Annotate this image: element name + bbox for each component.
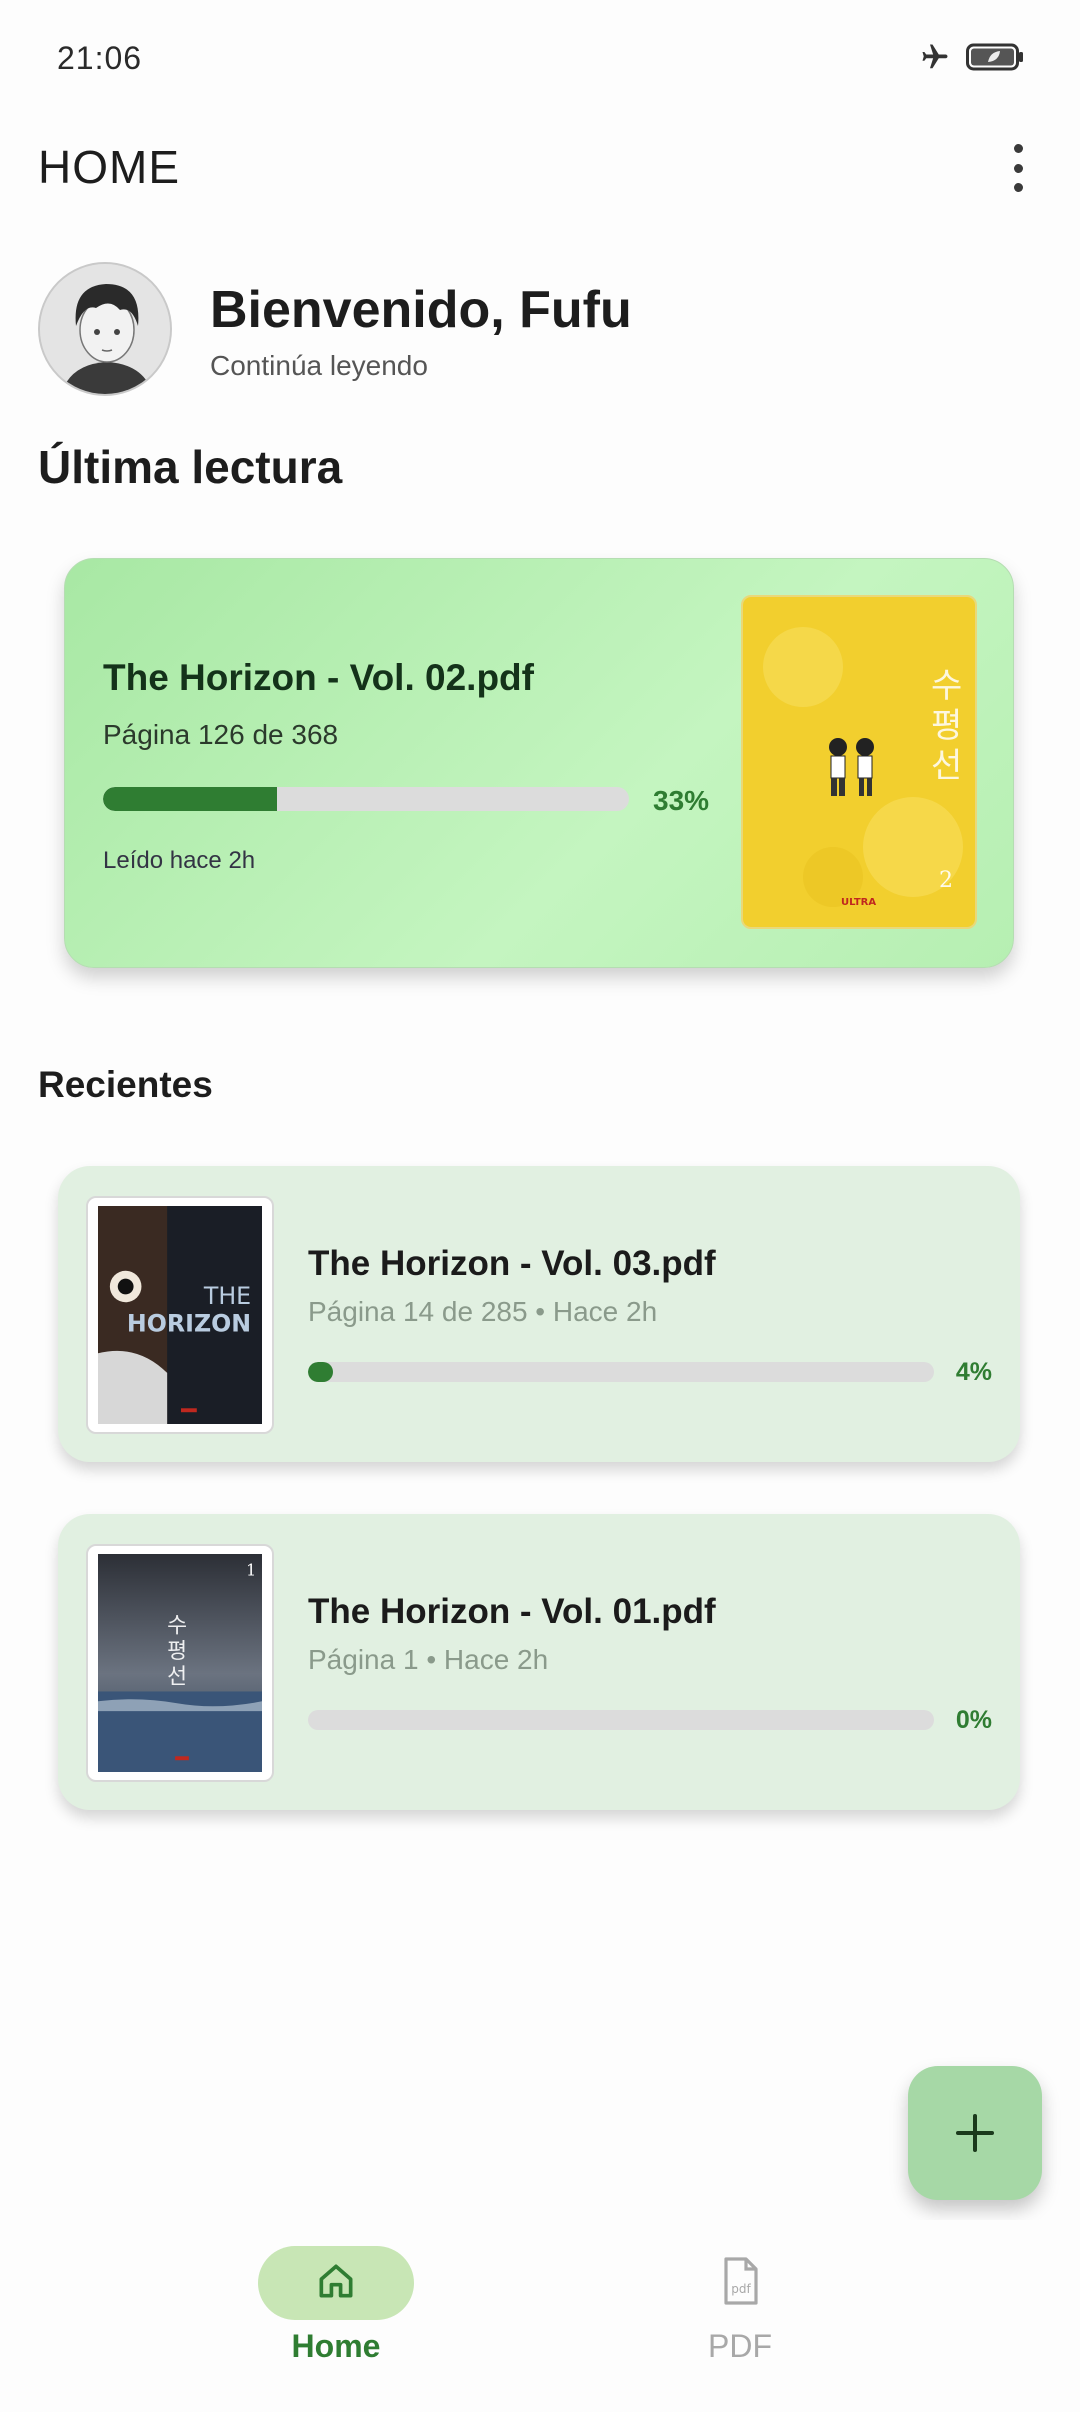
nav-home-indicator (258, 2246, 414, 2320)
recent-item[interactable]: THE HORIZON The Horizon - Vol. 03.pdf Pá… (58, 1166, 1020, 1462)
avatar[interactable] (38, 262, 172, 396)
vol2-publisher: ULTRA (841, 897, 876, 908)
svg-text:수: 수 (931, 666, 962, 706)
pdf-file-icon: pdf (720, 2256, 760, 2310)
status-icons (918, 42, 1024, 77)
profile-header: Bienvenido, Fufu Continúa leyendo (38, 262, 1038, 398)
welcome-subtitle: Continúa leyendo (210, 350, 428, 381)
home-icon (314, 2259, 358, 2308)
last-read-heading: Última lectura (38, 441, 343, 493)
status-bar: 21:06 (0, 0, 1080, 120)
last-read-progress-label: 33% (653, 785, 710, 816)
bottom-navigation: Home pdf PDF (0, 2220, 1080, 2412)
vol1-number: 1 (246, 1561, 256, 1580)
book-cover-vol3: THE HORIZON (86, 1196, 274, 1434)
more-vert-icon (1013, 144, 1023, 153)
vol3-title-line2: HORIZON (127, 1310, 251, 1338)
book-cover-vol2: 수 평 선 2 ULTRA (741, 595, 977, 929)
recent-progress-label: 0% (955, 1706, 992, 1734)
plus-icon (956, 2114, 994, 2152)
last-read-progress-bar (103, 787, 629, 811)
recents-heading: Recientes (38, 1064, 213, 1105)
recent-file-name: The Horizon - Vol. 03.pdf (308, 1244, 716, 1283)
recent-progress-fill (308, 1362, 334, 1382)
last-read-progress-fill (103, 787, 277, 811)
last-read-file-name: The Horizon - Vol. 02.pdf (103, 657, 534, 698)
recent-item[interactable]: 수 평 선 1 The Horizon - Vol. 01.pdf Página… (58, 1514, 1020, 1810)
more-options-button[interactable] (998, 138, 1038, 198)
battery-saver-icon (966, 42, 1024, 77)
svg-text:평: 평 (931, 706, 962, 746)
nav-pdf[interactable]: pdf PDF (640, 2246, 840, 2386)
vol2-number: 2 (939, 868, 953, 893)
recent-meta: Página 1 • Hace 2h (308, 1644, 549, 1675)
svg-text:수: 수 (167, 1614, 187, 1639)
svg-text:선: 선 (167, 1665, 187, 1690)
status-time: 21:06 (57, 40, 143, 76)
app-bar: HOME (0, 130, 1080, 210)
nav-pdf-indicator: pdf (662, 2246, 818, 2320)
book-cover-vol1: 수 평 선 1 (86, 1544, 274, 1782)
nav-home[interactable]: Home (236, 2246, 436, 2386)
last-read-card[interactable]: The Horizon - Vol. 02.pdf Página 126 de … (64, 558, 1014, 968)
recent-file-name: The Horizon - Vol. 01.pdf (308, 1592, 716, 1631)
svg-text:평: 평 (167, 1639, 187, 1664)
recent-meta: Página 14 de 285 • Hace 2h (308, 1296, 658, 1327)
svg-text:pdf: pdf (731, 2282, 751, 2296)
welcome-title: Bienvenido, Fufu (210, 281, 632, 339)
add-pdf-button[interactable] (908, 2066, 1042, 2200)
last-read-time: Leído hace 2h (103, 847, 256, 874)
recent-progress-label: 4% (955, 1358, 992, 1386)
recent-progress-bar (308, 1362, 934, 1382)
last-read-page: Página 126 de 368 (103, 719, 339, 750)
nav-pdf-label: PDF (708, 2328, 772, 2364)
nav-home-label: Home (291, 2328, 381, 2364)
airplane-icon (918, 42, 952, 77)
svg-text:선: 선 (931, 746, 962, 786)
recent-progress-bar (308, 1710, 934, 1730)
page-title: HOME (38, 141, 180, 193)
vol3-title-line1: THE (203, 1282, 251, 1310)
